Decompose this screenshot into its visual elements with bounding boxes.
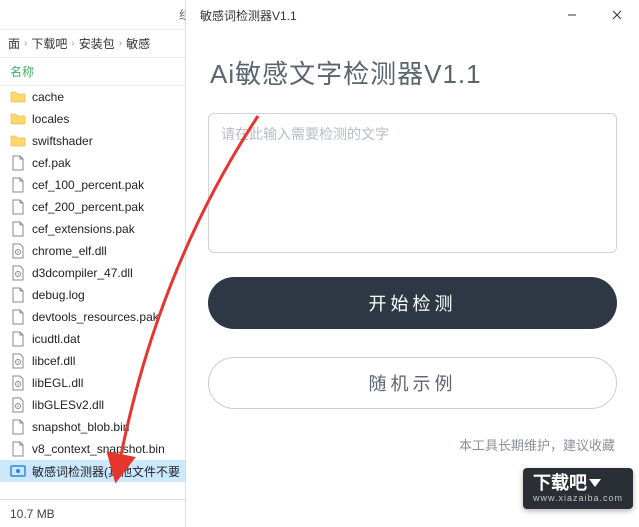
- file-name: debug.log: [32, 288, 85, 302]
- chevron-right-icon: ›: [119, 38, 122, 49]
- breadcrumb[interactable]: 面 › 下载吧 › 安装包 › 敏感: [0, 30, 199, 58]
- input-wrapper: [208, 113, 617, 253]
- page-title: Ai敏感文字检测器V1.1: [210, 54, 617, 91]
- file-name: cef.pak: [32, 156, 71, 170]
- file-icon: [10, 155, 26, 171]
- window-controls: [549, 0, 639, 30]
- detect-button[interactable]: 开始检测: [208, 277, 617, 329]
- file-icon: [10, 441, 26, 457]
- file-name: cache: [32, 90, 64, 104]
- detect-button-label: 开始检测: [369, 290, 457, 316]
- file-name: locales: [32, 112, 69, 126]
- file-icon: [10, 221, 26, 237]
- chevron-right-icon: ›: [24, 38, 27, 49]
- file-explorer-panel: 组 面 › 下载吧 › 安装包 › 敏感 名称 cache locales swif…: [0, 0, 200, 527]
- chevron-right-icon: ›: [71, 38, 74, 49]
- list-item[interactable]: swiftshader: [0, 130, 199, 152]
- file-icon: [10, 177, 26, 193]
- file-name: icudtl.dat: [32, 332, 80, 346]
- dll-file-icon: [10, 397, 26, 413]
- breadcrumb-seg[interactable]: 下载吧: [31, 35, 67, 52]
- list-item[interactable]: cache: [0, 86, 199, 108]
- file-name: 敏感词检测器(其他文件不要: [32, 463, 180, 480]
- file-name: chrome_elf.dll: [32, 244, 107, 258]
- list-item[interactable]: 敏感词检测器(其他文件不要: [0, 460, 199, 482]
- text-input[interactable]: [221, 124, 604, 242]
- list-item[interactable]: cef.pak: [0, 152, 199, 174]
- status-size: 10.7 MB: [10, 507, 55, 521]
- breadcrumb-seg[interactable]: 面: [8, 35, 20, 52]
- window-title: 敏感词检测器V1.1: [200, 7, 297, 24]
- file-list: cache locales swiftshader cef.pak cef_100_pe…: [0, 86, 199, 496]
- file-icon: [10, 287, 26, 303]
- file-icon: [10, 199, 26, 215]
- list-item[interactable]: cef_100_percent.pak: [0, 174, 199, 196]
- list-item[interactable]: devtools_resources.pak: [0, 306, 199, 328]
- file-name: cef_200_percent.pak: [32, 200, 144, 214]
- title-bar-left: 敏感词检测器V1.1: [194, 7, 297, 24]
- file-icon: [10, 309, 26, 325]
- dll-file-icon: [10, 265, 26, 281]
- title-bar: 敏感词检测器V1.1: [186, 0, 639, 30]
- list-item[interactable]: libEGL.dll: [0, 372, 199, 394]
- status-bar: 10.7 MB: [0, 499, 200, 527]
- file-name: libGLESv2.dll: [32, 398, 104, 412]
- file-name: devtools_resources.pak: [32, 310, 159, 324]
- breadcrumb-seg[interactable]: 安装包: [79, 35, 115, 52]
- file-name: libEGL.dll: [32, 376, 83, 390]
- list-item[interactable]: libGLESv2.dll: [0, 394, 199, 416]
- folder-icon: [10, 111, 26, 127]
- list-item[interactable]: v8_context_snapshot.bin: [0, 438, 199, 460]
- list-item[interactable]: cef_extensions.pak: [0, 218, 199, 240]
- file-name: snapshot_blob.bin: [32, 420, 129, 434]
- file-icon: [10, 331, 26, 347]
- close-button[interactable]: [594, 0, 639, 30]
- folder-icon: [10, 133, 26, 149]
- random-sample-button[interactable]: 随机示例: [208, 357, 617, 409]
- app-content: Ai敏感文字检测器V1.1 开始检测 随机示例 本工具长期维护，建议收藏: [186, 30, 639, 454]
- breadcrumb-seg[interactable]: 敏感: [126, 35, 150, 52]
- dll-file-icon: [10, 375, 26, 391]
- file-name: d3dcompiler_47.dll: [32, 266, 133, 280]
- list-item[interactable]: cef_200_percent.pak: [0, 196, 199, 218]
- folder-icon: [10, 89, 26, 105]
- file-name: cef_100_percent.pak: [32, 178, 144, 192]
- file-icon: [10, 419, 26, 435]
- explorer-toolbar: 组: [0, 0, 199, 30]
- dll-file-icon: [10, 353, 26, 369]
- file-name: swiftshader: [32, 134, 93, 148]
- list-item[interactable]: snapshot_blob.bin: [0, 416, 199, 438]
- file-name: cef_extensions.pak: [32, 222, 135, 236]
- dll-file-icon: [10, 243, 26, 259]
- list-item[interactable]: locales: [0, 108, 199, 130]
- file-name: libcef.dll: [32, 354, 75, 368]
- column-header-label: 名称: [10, 63, 34, 80]
- footer-note: 本工具长期维护，建议收藏: [208, 435, 617, 454]
- list-item[interactable]: chrome_elf.dll: [0, 240, 199, 262]
- application-icon: [10, 463, 26, 479]
- random-sample-button-label: 随机示例: [369, 370, 457, 396]
- list-item[interactable]: libcef.dll: [0, 350, 199, 372]
- app-window: 敏感词检测器V1.1 Ai敏感文字检测器V1.1 开始检测 随机示例 本工具长期…: [185, 0, 639, 527]
- column-header-name[interactable]: 名称: [0, 58, 199, 86]
- minimize-button[interactable]: [549, 0, 594, 30]
- file-name: v8_context_snapshot.bin: [32, 442, 165, 456]
- list-item[interactable]: debug.log: [0, 284, 199, 306]
- list-item[interactable]: d3dcompiler_47.dll: [0, 262, 199, 284]
- list-item[interactable]: icudtl.dat: [0, 328, 199, 350]
